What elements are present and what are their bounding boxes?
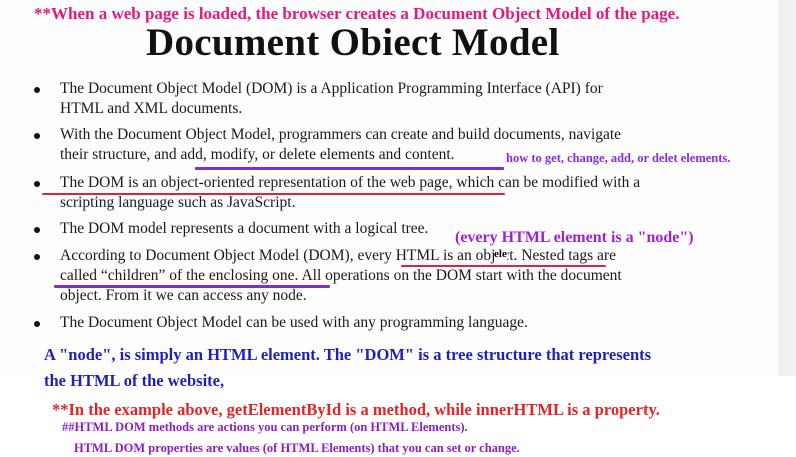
bullet-5-line-1: According to Document Object Model (DOM)… <box>60 247 616 264</box>
how-to-annotation: how to get, change, add, or delet elemen… <box>506 151 731 165</box>
bullet-marker <box>34 133 40 139</box>
bullet-6-line-1: The Document Object Model can be used wi… <box>60 314 528 331</box>
slide-edge <box>778 0 796 376</box>
bullet-marker <box>34 181 40 187</box>
bullet-5-line-3: object. From it we can access any node. <box>60 287 307 304</box>
properties-note: HTML DOM properties are values (of HTML … <box>74 441 520 455</box>
red-underline <box>42 193 505 195</box>
bullet-marker <box>34 227 40 233</box>
ele-annotation: ele <box>494 248 507 260</box>
node-definition-line-2: the HTML of the website, <box>44 371 225 390</box>
bullet-marker <box>34 87 40 93</box>
node-annotation: (every HTML element is a "node") <box>455 229 694 246</box>
bullet-3-line-2: scripting language such as JavaScript. <box>60 194 296 211</box>
method-property-note: **In the example above, getElementById i… <box>52 400 660 419</box>
node-definition-line-1: A "node", is simply an HTML element. The… <box>44 345 652 364</box>
bullet-marker <box>34 254 40 260</box>
bullet-marker <box>34 321 40 327</box>
methods-note: ##HTML DOM methods are actions you can p… <box>62 420 468 434</box>
bullet-1-line-1: The Document Object Model (DOM) is a App… <box>60 80 603 97</box>
bullet-3-line-1: The DOM is an object-oriented representa… <box>60 174 641 191</box>
bullet-5-line-2: called “children” of the enclosing one. … <box>60 267 622 284</box>
page-title: Document Obiect Model <box>146 21 560 64</box>
bullet-4-line-1: The DOM model represents a document with… <box>60 220 429 237</box>
bullet-1-line-2: HTML and XML documents. <box>60 100 243 117</box>
bullet-2-line-1: With the Document Object Model, programm… <box>60 126 622 143</box>
bullet-2-line-2: their structure, and add, modify, or del… <box>60 146 455 163</box>
purple-underline <box>195 167 504 170</box>
